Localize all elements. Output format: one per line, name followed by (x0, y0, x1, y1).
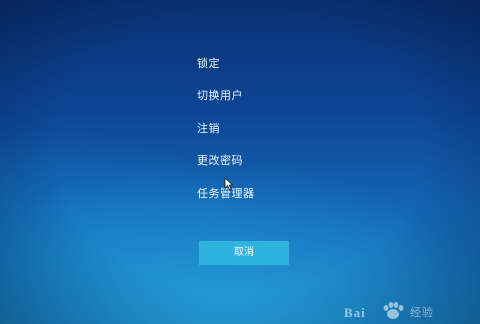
paw-logo-icon (383, 302, 404, 319)
mouse-cursor-icon (224, 177, 233, 191)
lock-option[interactable]: 锁定 (197, 55, 220, 73)
sign-out-option[interactable]: 注销 (197, 120, 220, 138)
switch-user-option[interactable]: 切换用户 (197, 87, 243, 105)
watermark-text-right: 经验 (410, 306, 434, 319)
cancel-button[interactable]: 取消 (199, 241, 289, 265)
change-password-option[interactable]: 更改密码 (197, 152, 243, 170)
security-options-screen: 锁定 切换用户 注销 更改密码 任务管理器 取消 Bai 经验 (0, 0, 480, 324)
watermark-text-left: Bai (344, 305, 366, 320)
baidu-watermark: Bai 经验 (340, 300, 458, 322)
